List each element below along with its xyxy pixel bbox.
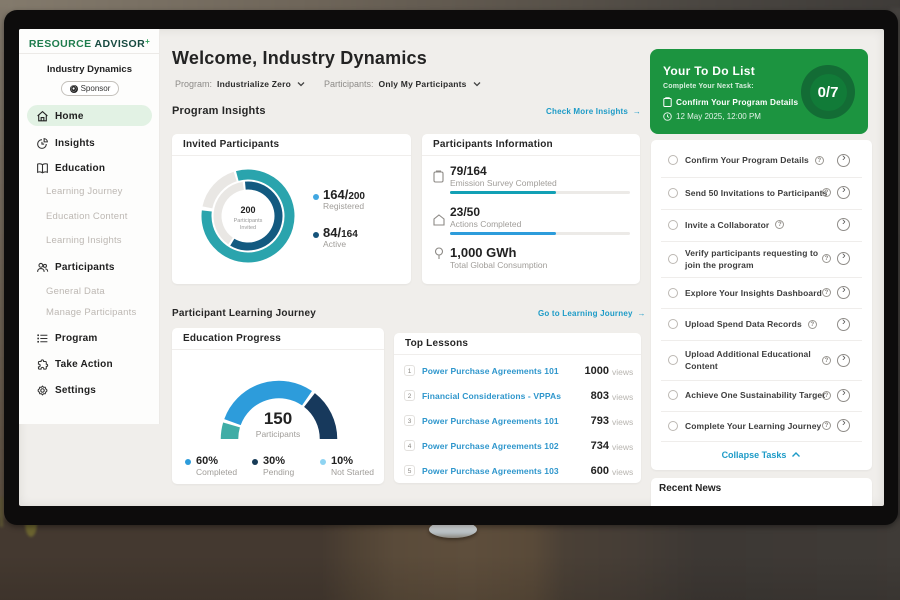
- svg-text:200: 200: [240, 205, 255, 215]
- svg-text:Participants: Participants: [234, 218, 263, 224]
- svg-text:Invited: Invited: [240, 225, 256, 231]
